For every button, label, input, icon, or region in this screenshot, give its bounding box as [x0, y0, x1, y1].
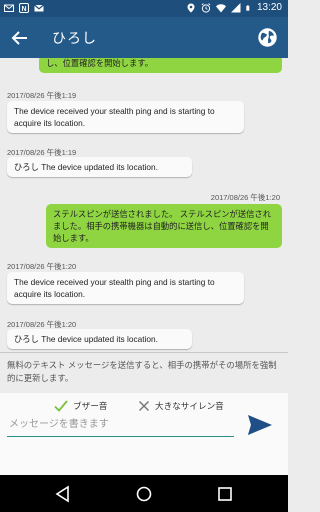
status-bar: N 13:20 — [0, 0, 288, 17]
message-text: し、位置確認を開始します。 — [46, 58, 154, 68]
message-bubble-outgoing: ステルスピンが送信されました。 ステルスピンが送信されました。相手の携帯機器は自… — [46, 204, 282, 248]
send-icon[interactable] — [246, 411, 274, 439]
message-text: ステルスピンが送信されました。 ステルスピンが送信されました。相手の携帯機器は自… — [53, 209, 272, 243]
message-text: ひろし The device updated its location. — [14, 162, 158, 172]
siren-option[interactable]: 大きなサイレン音 — [138, 400, 224, 412]
back-arrow-icon[interactable] — [10, 28, 30, 48]
nav-home-icon[interactable] — [134, 484, 154, 504]
siren-label: 大きなサイレン音 — [155, 401, 224, 411]
battery-icon — [246, 4, 250, 11]
composer-panel: ブザー音 大きなサイレン音 — [0, 393, 288, 475]
message-text: ひろし The device updated its location. — [14, 334, 158, 344]
cross-icon — [139, 401, 149, 411]
status-left: N — [4, 3, 44, 13]
signal-icon — [230, 2, 241, 12]
status-right: 13:20 — [186, 2, 282, 13]
globe-icon[interactable] — [257, 27, 278, 48]
message-timestamp: 2017/08/26 午後1:20 — [210, 193, 280, 202]
message-bubble-incoming: The device received your stealth ping an… — [7, 101, 244, 133]
location-icon — [187, 3, 195, 12]
message-bubble-incoming: The device received your stealth ping an… — [7, 272, 244, 304]
nav-recents-icon[interactable] — [215, 484, 235, 504]
message-bubble-incoming: ひろし The device updated its location. — [7, 329, 192, 349]
system-nav-bar — [0, 475, 288, 512]
buzzer-option[interactable]: ブザー音 — [54, 400, 107, 412]
page-title: ひろし — [52, 31, 97, 47]
nav-back-icon[interactable] — [53, 484, 73, 504]
message-input[interactable] — [7, 413, 234, 437]
svg-text:N: N — [21, 6, 26, 13]
alarm-icon — [201, 2, 211, 13]
app-bar: ひろし — [0, 17, 288, 58]
gmail-icon — [34, 4, 44, 12]
message-timestamp: 2017/08/26 午後1:19 — [7, 91, 77, 100]
checkmark-icon — [54, 400, 68, 412]
notification-n-icon: N — [19, 3, 29, 13]
mail-icon — [4, 4, 14, 12]
wifi-icon — [215, 3, 226, 13]
message-timestamp: 2017/08/26 午後1:20 — [7, 262, 77, 271]
status-time: 13:20 — [256, 2, 282, 13]
chat-area[interactable]: し、位置確認を開始します。 2017/08/26 午後1:19 The devi… — [0, 58, 288, 352]
divider — [0, 352, 288, 353]
message-bubble-outgoing: し、位置確認を開始します。 — [39, 58, 282, 73]
buzzer-label: ブザー音 — [73, 401, 108, 411]
message-text: The device received your stealth ping an… — [14, 106, 215, 128]
message-text: The device received your stealth ping an… — [14, 277, 215, 299]
message-bubble-incoming: ひろし The device updated its location. — [7, 157, 192, 177]
info-text: 無料のテキスト メッセージを送信すると、相手の携帯がその場所を強制的に更新します… — [7, 360, 277, 383]
